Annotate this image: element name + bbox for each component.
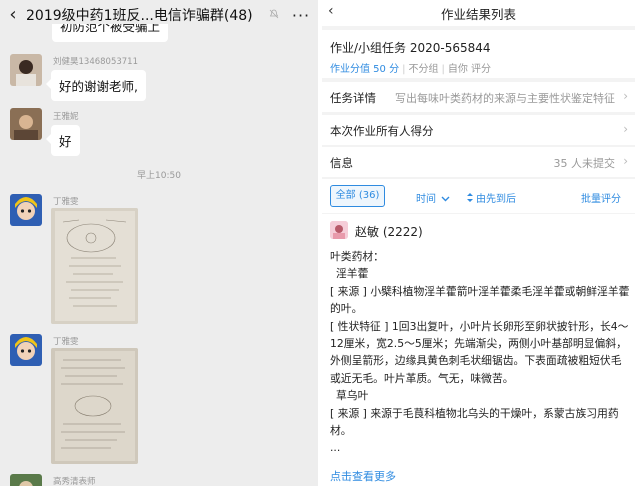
batch-score-button[interactable]: 批量评分 <box>581 190 621 205</box>
answer-text: 叶类药材： 淫羊藿 [ 来源 ] 小檗科植物淫羊藿箭叶淫羊藿柔毛淫羊藿或朝鲜淫羊… <box>330 248 630 457</box>
sender-name: 王雅妮 <box>53 112 79 122</box>
homework-photo[interactable] <box>51 208 138 324</box>
sort-icon <box>467 193 473 202</box>
avatar[interactable] <box>10 54 42 86</box>
answer-line: 叶类药材： <box>330 250 384 263</box>
mute-icon <box>264 9 284 22</box>
message-text: 好 <box>59 134 72 149</box>
chevron-right-icon: › <box>623 122 628 136</box>
avatar[interactable] <box>330 221 348 239</box>
sort-order-button[interactable]: 由先到后 <box>467 190 516 205</box>
sender-name: 刘健昊13468053711 <box>53 57 138 67</box>
back-icon[interactable]: ‹ <box>0 0 26 30</box>
task-detail-row[interactable]: 任务详情 写出每味叶类药材的来源与主要性状鉴定特征 › <box>322 82 635 112</box>
chat-panel: ‹ 2019级中药1班反...电信诈骗群(48) ··· 初防范个被受骗上 刘健… <box>0 0 318 486</box>
row-value: 写出每味叶类药材的来源与主要性状鉴定特征 <box>395 92 615 105</box>
submission-card: 赵敏 (2222) 叶类药材： 淫羊藿 [ 来源 ] 小檗科植物淫羊藿箭叶淫羊藿… <box>322 214 635 486</box>
homework-photo[interactable] <box>51 348 138 464</box>
avatar[interactable] <box>10 194 42 226</box>
answer-line: 淫羊藿 <box>336 267 369 281</box>
chevron-right-icon: › <box>623 89 628 103</box>
info-row[interactable]: 信息 35 人未提交 › <box>322 147 635 177</box>
message-text: 好的谢谢老师, <box>59 79 138 94</box>
task-name: 作业/小组任务 2020-565844 <box>330 41 491 55</box>
row-value: 35 人未提交 <box>553 157 616 170</box>
student-name: 赵敏 (2222) <box>355 225 423 239</box>
answer-line: ... <box>330 441 341 455</box>
filter-all-button[interactable]: 全部 (36) <box>330 185 385 207</box>
result-panel: ‹ 作业结果列表 作业/小组任务 2020-565844 作业分值 50 分 | 不… <box>322 0 635 486</box>
avatar[interactable] <box>10 334 42 366</box>
sort-time-button[interactable]: 时间 <box>416 190 450 205</box>
group-label: 不分组 <box>408 64 439 75</box>
page-title: 作业结果列表 <box>440 7 516 22</box>
avatar[interactable] <box>10 474 42 486</box>
answer-line: [ 性状特征 ] 1回3出复叶，小叶片长卵形至卵状披针形，长4～12厘米，宽2.… <box>330 319 629 385</box>
chat-timestamp: 早上10:50 <box>137 171 181 181</box>
self-eval-label: 自你 评分 <box>447 64 492 75</box>
message-bubble[interactable]: 好 <box>46 125 80 156</box>
all-scores-row[interactable]: 本次作业所有人得分 › <box>322 115 635 145</box>
answer-line: 草乌叶 <box>336 389 369 403</box>
view-more-link[interactable]: 点击查看更多 <box>330 468 396 484</box>
chevron-right-icon: › <box>623 154 628 168</box>
score-label: 作业分值 50 分 <box>330 64 400 75</box>
result-header: ‹ 作业结果列表 <box>322 0 635 26</box>
sender-name: 丁雅雯 <box>53 337 79 347</box>
row-label: 任务详情 <box>330 91 376 105</box>
task-card: 作业/小组任务 2020-565844 作业分值 50 分 | 不分组 | 自你 评分 <box>322 30 635 78</box>
row-label: 本次作业所有人得分 <box>330 124 434 138</box>
task-meta: 作业分值 50 分 | 不分组 | 自你 评分 <box>330 64 492 75</box>
sender-name: 丁雅雯 <box>53 197 79 207</box>
more-icon[interactable]: ··· <box>284 6 318 25</box>
answer-line: [ 来源 ] 小檗科植物淫羊藿箭叶淫羊藿柔毛淫羊藿或朝鲜淫羊藿的叶。 <box>330 284 630 316</box>
row-label: 信息 <box>330 156 353 170</box>
chat-title: 2019级中药1班反...电信诈骗群(48) <box>26 8 253 24</box>
answer-line: [ 来源 ] 来源于毛茛科植物北乌头的干燥叶，系蒙古族习用药材。 <box>330 406 619 438</box>
message-bubble[interactable]: 好的谢谢老师, <box>46 70 146 101</box>
chevron-down-icon <box>441 196 450 202</box>
filter-toolbar: 全部 (36) 时间 由先到后 批量评分 <box>322 179 635 213</box>
sender-name: 高秀清表师 <box>53 477 96 486</box>
avatar[interactable] <box>10 108 42 140</box>
